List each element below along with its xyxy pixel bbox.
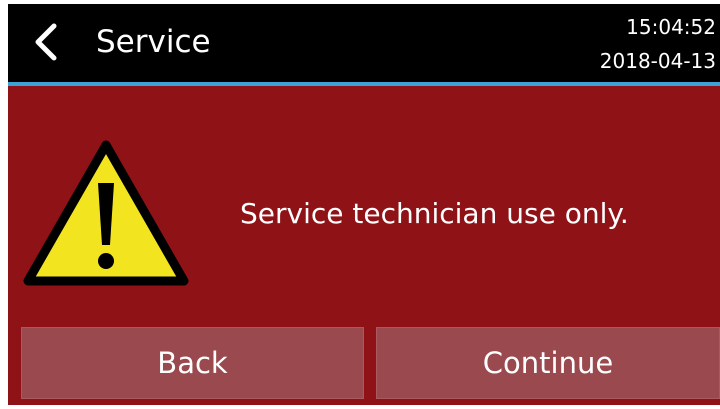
chevron-left-icon[interactable] — [30, 22, 62, 62]
date-display: 2018-04-13 — [599, 49, 716, 73]
clock: 15:04:52 2018-04-13 — [600, 10, 716, 78]
header-bar: Service 15:04:52 2018-04-13 — [8, 4, 720, 86]
warning-message: Service technician use only. — [240, 197, 629, 230]
time-display: 15:04:52 — [626, 15, 716, 39]
back-button[interactable]: Back — [21, 327, 364, 399]
service-screen: Service 15:04:52 2018-04-13 Service tech… — [8, 4, 720, 405]
warning-triangle-icon — [23, 140, 189, 286]
continue-button[interactable]: Continue — [376, 327, 720, 399]
page-title: Service — [96, 24, 211, 60]
